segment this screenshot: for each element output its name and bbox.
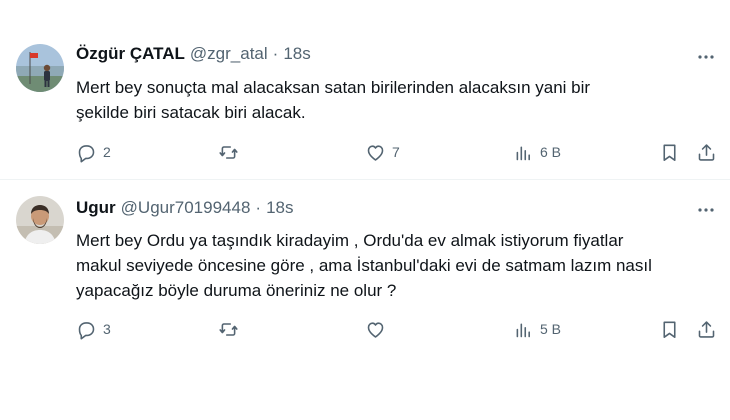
- views-button[interactable]: 5 B: [513, 318, 561, 340]
- author-name[interactable]: Ugur: [76, 198, 116, 218]
- reply-count: 3: [103, 321, 111, 337]
- action-bar: 3 5 B: [76, 318, 716, 340]
- like-button[interactable]: [365, 318, 392, 340]
- views-count: 5 B: [540, 321, 562, 337]
- share-button[interactable]: [696, 318, 717, 340]
- timestamp[interactable]: 18s: [266, 198, 293, 218]
- share-icon: [698, 320, 715, 338]
- avatar[interactable]: [16, 196, 64, 244]
- views-icon: [516, 322, 530, 337]
- retweet-icon: [219, 322, 238, 336]
- bookmark-icon: [663, 321, 676, 338]
- tweet-text-line: makul seviyede öncesine göre , ama İstan…: [76, 256, 652, 275]
- author-handle[interactable]: @Ugur70199448: [121, 198, 251, 218]
- tweet-text-line: yapacağız böyle duruma öneriniz ne olur …: [76, 281, 397, 300]
- tweet-text-line: Mert bey Ordu ya taşındık kiradayim , Or…: [76, 231, 624, 250]
- reply-button[interactable]: 3: [76, 318, 111, 340]
- separator-dot: ·: [255, 198, 262, 217]
- retweet-button[interactable]: [218, 318, 245, 340]
- tweet[interactable]: Ugur @Ugur70199448 · 18s Mert bey Ordu y…: [0, 0, 730, 339]
- reply-icon: [78, 321, 95, 339]
- more-icon[interactable]: [696, 200, 716, 220]
- tweet-text: Mert bey Ordu ya taşındık kiradayim , Or…: [76, 228, 716, 303]
- tweet-header: Ugur @Ugur70199448 · 18s: [76, 197, 294, 219]
- bookmark-button[interactable]: [659, 318, 680, 340]
- heart-icon: [367, 321, 384, 338]
